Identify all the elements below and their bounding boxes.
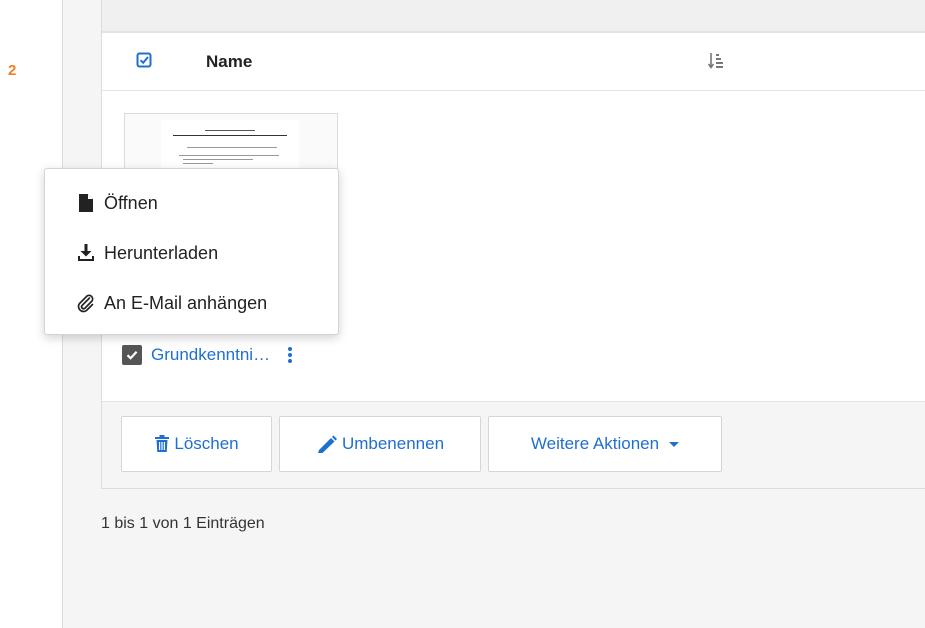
pagination-info: 1 bis 1 von 1 Einträgen bbox=[101, 515, 265, 532]
sort-ascending-icon[interactable] bbox=[707, 51, 724, 71]
menu-item-download[interactable]: Herunterladen bbox=[45, 231, 338, 275]
kebab-menu-icon[interactable] bbox=[286, 346, 294, 364]
delete-button-label: Löschen bbox=[174, 434, 239, 453]
trash-icon bbox=[155, 435, 170, 452]
menu-item-label: Herunterladen bbox=[104, 242, 219, 263]
row-checkbox[interactable] bbox=[122, 345, 142, 365]
menu-item-label: An E-Mail anhängen bbox=[104, 292, 268, 313]
menu-item-open[interactable]: Öffnen bbox=[45, 181, 338, 225]
panel-top-strip bbox=[102, 0, 925, 33]
paperclip-icon bbox=[74, 293, 98, 313]
file-icon bbox=[74, 194, 98, 212]
table-row[interactable]: Grundkenntni… bbox=[122, 344, 294, 366]
column-header-name[interactable]: Name bbox=[206, 52, 252, 72]
delete-button[interactable]: Löschen bbox=[121, 416, 272, 472]
more-actions-label: Weitere Aktionen bbox=[530, 434, 660, 453]
caret-down-icon bbox=[669, 441, 680, 447]
rename-button[interactable]: Umbenennen bbox=[279, 416, 481, 472]
pencil-icon bbox=[317, 435, 337, 453]
file-name-link[interactable]: Grundkenntni… bbox=[151, 345, 270, 365]
select-all-checkbox[interactable] bbox=[136, 52, 152, 68]
table-header: Name bbox=[102, 33, 925, 91]
file-context-menu: Öffnen Herunterladen An E-Mail anhängen bbox=[44, 168, 339, 335]
action-bar: Löschen Umbenennen Weitere Aktionen bbox=[102, 402, 925, 488]
checkmark-icon bbox=[126, 351, 138, 360]
more-actions-dropdown[interactable]: Weitere Aktionen bbox=[488, 416, 722, 472]
menu-item-attach-email[interactable]: An E-Mail anhängen bbox=[45, 281, 338, 325]
menu-item-label: Öffnen bbox=[104, 192, 158, 213]
checked-square-icon bbox=[136, 52, 152, 68]
download-icon bbox=[74, 244, 98, 262]
left-marker: 2 bbox=[8, 62, 17, 79]
rename-button-label: Umbenennen bbox=[341, 434, 445, 453]
